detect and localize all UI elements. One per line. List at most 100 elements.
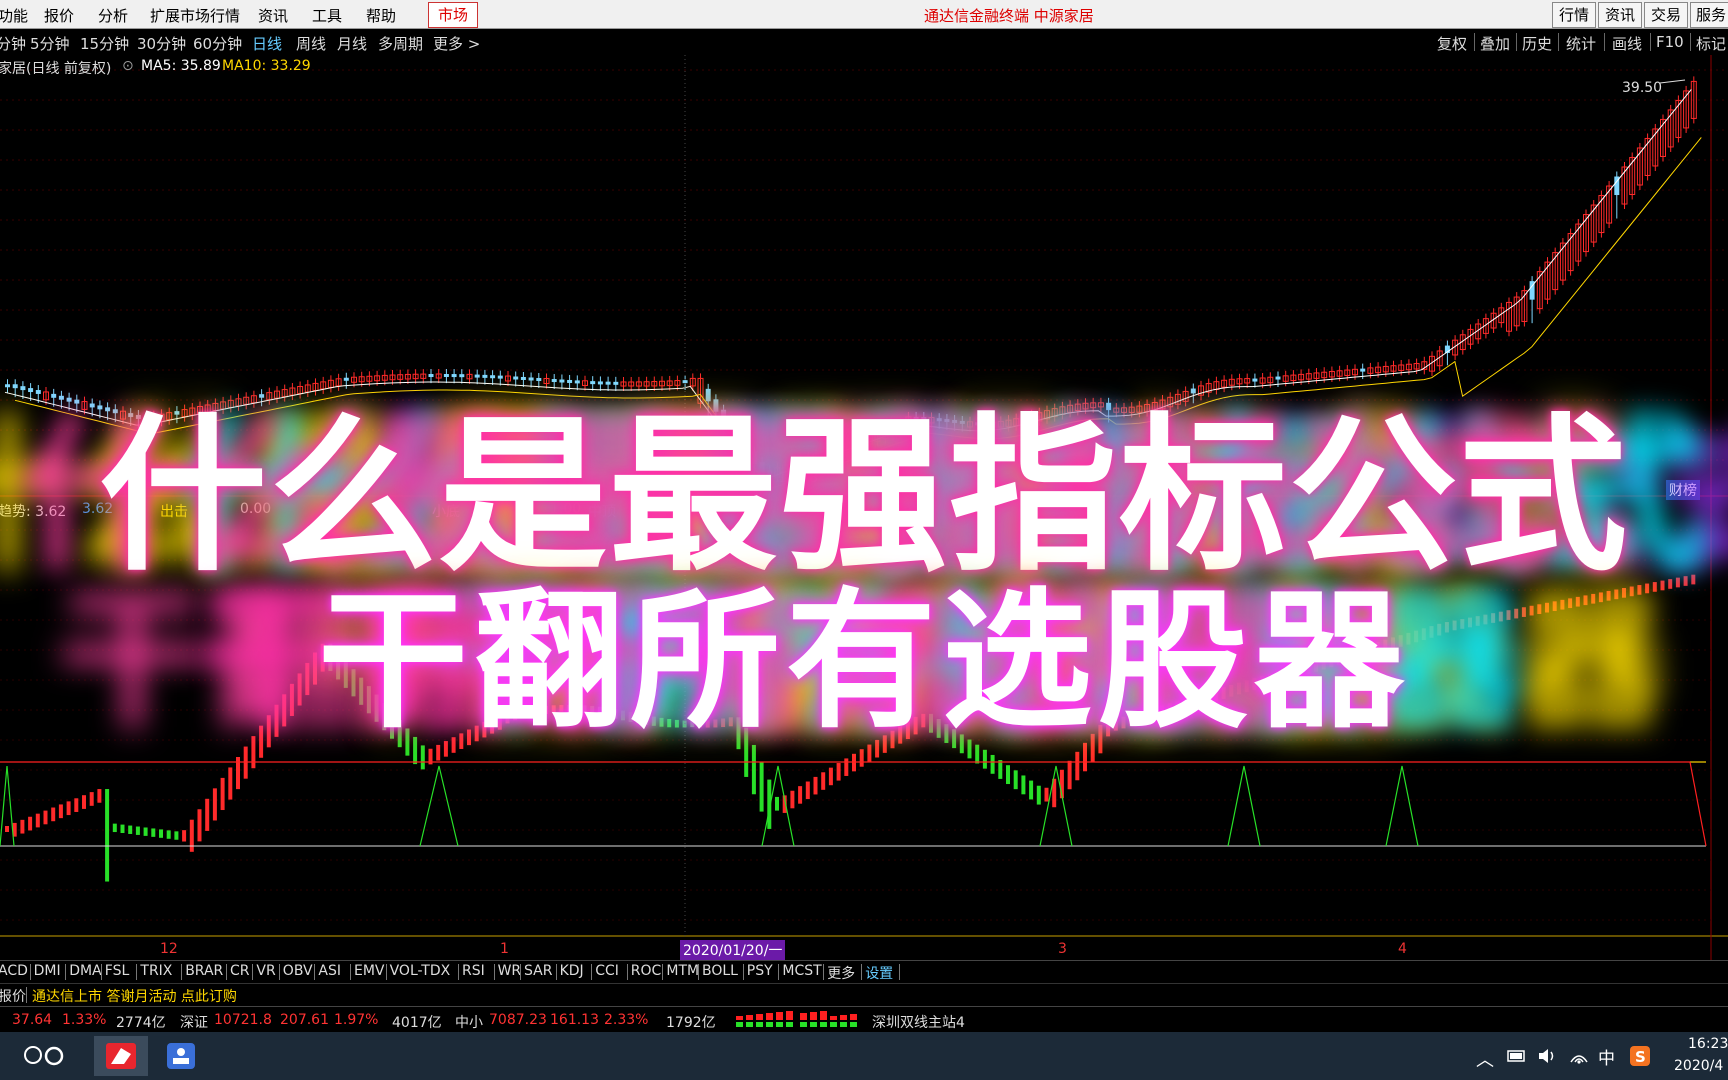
tab-cci[interactable]: CCI xyxy=(595,963,619,979)
tab-wr[interactable]: WR xyxy=(498,963,522,979)
app-title: 通达信金融终端 中源家居 xyxy=(924,7,1094,25)
period-15min[interactable]: 15分钟 xyxy=(80,33,129,54)
menu-item-quote[interactable]: 报价 xyxy=(44,5,74,26)
tab-obv[interactable]: OBV xyxy=(283,963,313,979)
finance-list-badge[interactable]: 财榜 xyxy=(1666,480,1700,500)
tab-sar[interactable]: SAR xyxy=(524,963,552,979)
date-label-jan: 1 xyxy=(500,941,509,957)
trend-bar xyxy=(798,786,803,804)
trend-bar xyxy=(289,683,294,716)
mark-button[interactable]: 标记 xyxy=(1696,33,1726,54)
menu-item-extended-market[interactable]: 扩展市场行情 xyxy=(150,5,240,26)
tab-asi[interactable]: ASI xyxy=(318,963,341,979)
trend-bar xyxy=(982,749,987,769)
wifi-icon[interactable] xyxy=(1568,1046,1590,1066)
period-1min[interactable]: 分钟 xyxy=(0,33,26,54)
taskbar-app-2[interactable] xyxy=(158,1036,204,1076)
tab-vr[interactable]: VR xyxy=(256,963,275,979)
tab-trix[interactable]: TRIX xyxy=(140,963,172,979)
tab-kdj[interactable]: KDJ xyxy=(560,963,584,979)
tab--[interactable]: 设置 xyxy=(865,963,893,983)
breadth-down-bar xyxy=(756,1022,763,1027)
ime-indicator[interactable]: 中 xyxy=(1598,1044,1615,1069)
trend-bar xyxy=(205,798,210,831)
sz-index-name[interactable]: 深证 xyxy=(180,1012,208,1032)
news-ticker[interactable]: 通达信上市 答谢月活动 点此订购 xyxy=(32,986,237,1006)
tab-psy[interactable]: PSY xyxy=(747,963,773,979)
tray-chevron-up-icon[interactable]: ︿ xyxy=(1476,1046,1494,1072)
candle-body xyxy=(713,399,719,412)
tab-mtm[interactable]: MTM xyxy=(666,963,699,979)
candle-body xyxy=(474,374,480,378)
menu-item-news[interactable]: 资讯 xyxy=(258,5,288,26)
tab-vol-tdx[interactable]: VOL-TDX xyxy=(390,963,451,979)
info-button[interactable]: 资讯 xyxy=(1598,2,1642,28)
app-window-icon xyxy=(167,1043,195,1069)
collapse-icon[interactable]: ⊙ xyxy=(122,58,134,74)
f10-button[interactable]: F10 xyxy=(1656,33,1684,51)
sogou-ime-icon[interactable]: S xyxy=(1628,1044,1652,1068)
tab-fsl[interactable]: FSL xyxy=(105,963,130,979)
period-60min[interactable]: 60分钟 xyxy=(193,33,242,54)
taskbar-app-tdx[interactable] xyxy=(94,1036,148,1076)
candle-body xyxy=(1360,368,1366,372)
overlay-button[interactable]: 叠加 xyxy=(1480,33,1510,54)
signal-spike xyxy=(1689,761,1707,847)
volume-icon[interactable] xyxy=(1536,1046,1558,1066)
tab-emv[interactable]: EMV xyxy=(354,963,385,979)
market-button[interactable]: 市场 xyxy=(428,2,478,28)
period-30min[interactable]: 30分钟 xyxy=(137,33,186,54)
candle-body xyxy=(921,417,927,421)
trend-bar xyxy=(143,827,148,836)
menu-item-help[interactable]: 帮助 xyxy=(366,5,396,26)
server-label[interactable]: 深圳双线主站4 xyxy=(872,1012,965,1032)
trend-bar xyxy=(1437,623,1442,636)
tab-rsi[interactable]: RSI xyxy=(462,963,485,979)
breadth-down-bar xyxy=(800,1022,807,1027)
tab-cr[interactable]: CR xyxy=(230,963,250,979)
tab-boll[interactable]: BOLL xyxy=(702,963,738,979)
tdx-app-icon xyxy=(106,1043,136,1069)
quotes-button[interactable]: 行情 xyxy=(1552,2,1596,28)
tab-dmi[interactable]: DMI xyxy=(34,963,61,979)
trend-bar xyxy=(159,829,163,838)
trend-bar xyxy=(1244,680,1249,693)
period-monthly[interactable]: 月线 xyxy=(337,33,367,54)
trend-bar xyxy=(413,736,418,765)
candle-body xyxy=(682,380,688,384)
candle-body xyxy=(174,411,180,415)
battery-icon[interactable] xyxy=(1506,1046,1528,1066)
trend-bar xyxy=(1537,604,1542,614)
statistics-button[interactable]: 统计 xyxy=(1566,33,1596,54)
tab-acd[interactable]: ACD xyxy=(0,963,28,979)
draw-line-button[interactable]: 画线 xyxy=(1612,33,1642,54)
restore-rights-button[interactable]: 复权 xyxy=(1437,33,1467,54)
period-multi[interactable]: 多周期 xyxy=(378,33,423,54)
tab-brar[interactable]: BRAR xyxy=(185,963,223,979)
trend-bar xyxy=(1452,620,1457,631)
tab-dma[interactable]: DMA xyxy=(69,963,101,979)
menu-item-tools[interactable]: 工具 xyxy=(312,5,342,26)
indicator-value-4: 小底 xyxy=(432,504,460,520)
menu-item-analysis[interactable]: 分析 xyxy=(98,5,128,26)
task-view-icon[interactable] xyxy=(42,1044,66,1068)
period-more[interactable]: 更多 > xyxy=(433,33,480,54)
period-toolbar: 分钟 5分钟 15分钟 30分钟 60分钟 日线 周线 月线 多周期 更多 > … xyxy=(0,29,1728,55)
trend-bar xyxy=(497,714,502,730)
trade-button[interactable]: 交易 xyxy=(1644,2,1688,28)
tab--[interactable]: 更多 xyxy=(827,963,855,983)
trend-bar xyxy=(1483,614,1488,625)
tab-roc[interactable]: ROC xyxy=(631,963,662,979)
tab-mcst[interactable]: MCST xyxy=(782,963,821,979)
zx-index-name[interactable]: 中小 xyxy=(455,1012,483,1032)
menu-item-function[interactable]: 功能 xyxy=(0,5,28,26)
trend-bar xyxy=(1591,593,1596,604)
period-daily[interactable]: 日线 xyxy=(252,33,282,54)
period-5min[interactable]: 5分钟 xyxy=(30,33,70,54)
period-weekly[interactable]: 周线 xyxy=(296,33,326,54)
trend-bar xyxy=(582,705,587,713)
service-button[interactable]: 服务 xyxy=(1690,2,1728,28)
trend-bar xyxy=(374,694,379,722)
trend-bar xyxy=(1213,689,1218,702)
history-button[interactable]: 历史 xyxy=(1522,33,1552,54)
